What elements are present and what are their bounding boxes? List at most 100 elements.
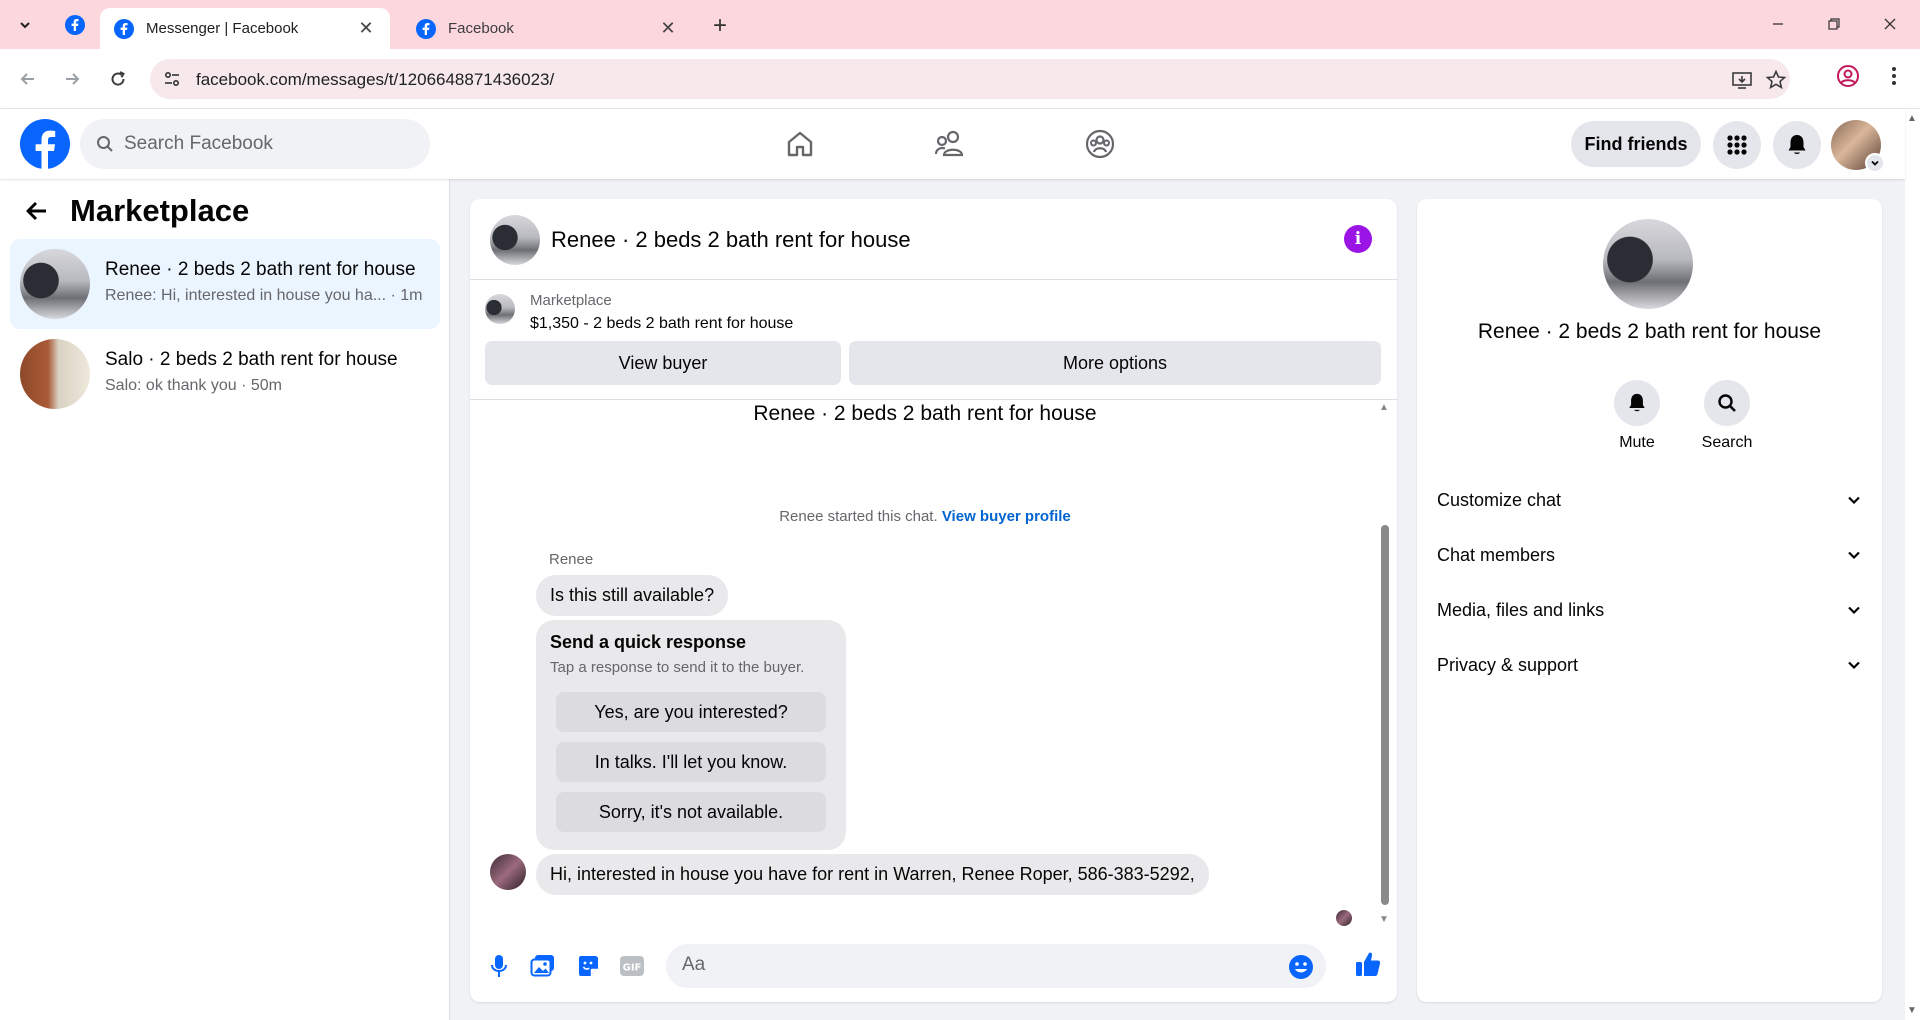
listing-thumbnail bbox=[20, 339, 90, 409]
customize-chat-row[interactable]: Customize chat bbox=[1437, 480, 1862, 520]
quick-response-option[interactable]: In talks. I'll let you know. bbox=[556, 742, 826, 782]
listing-thumbnail bbox=[485, 294, 515, 324]
privacy-support-row[interactable]: Privacy & support bbox=[1437, 645, 1862, 685]
listing-thumbnail bbox=[20, 249, 90, 319]
media-files-links-row[interactable]: Media, files and links bbox=[1437, 590, 1862, 630]
install-app-icon[interactable] bbox=[1730, 68, 1754, 92]
listing-banner: Marketplace $1,350 - 2 beds 2 bath rent … bbox=[470, 280, 1397, 400]
chat-details-panel: Renee · 2 beds 2 bath rent for house Mut… bbox=[1417, 199, 1882, 1002]
url-text[interactable]: facebook.com/messages/t/1206648871436023… bbox=[196, 70, 554, 90]
chat-members-row[interactable]: Chat members bbox=[1437, 535, 1862, 575]
friends-icon bbox=[934, 130, 964, 157]
scroll-up-icon[interactable]: ▲ bbox=[1378, 402, 1390, 414]
close-tab-icon[interactable]: ✕ bbox=[356, 18, 376, 39]
search-input[interactable] bbox=[124, 133, 404, 155]
conversation-item[interactable]: Renee · 2 beds 2 bath rent for house Ren… bbox=[10, 239, 440, 329]
scroll-down-icon[interactable]: ▼ bbox=[1378, 914, 1390, 926]
nav-friends[interactable] bbox=[895, 119, 1005, 169]
quick-response-option[interactable]: Yes, are you interested? bbox=[556, 692, 826, 732]
message-bubble[interactable]: Is this still available? bbox=[536, 575, 729, 616]
grid-menu-icon bbox=[1727, 135, 1747, 155]
search-in-chat-button[interactable]: Search bbox=[1692, 380, 1762, 452]
gif-icon[interactable]: GIF bbox=[618, 952, 646, 980]
listing-price-title[interactable]: $1,350 - 2 beds 2 bath rent for house bbox=[530, 315, 793, 333]
chat-details-title: Renee · 2 beds 2 bath rent for house bbox=[1477, 320, 1822, 343]
groups-icon bbox=[1085, 129, 1115, 159]
nav-groups[interactable] bbox=[1045, 119, 1155, 169]
close-tab-icon[interactable]: ✕ bbox=[658, 18, 678, 39]
bookmark-star-icon[interactable] bbox=[1764, 68, 1788, 92]
chevron-down-icon bbox=[20, 22, 30, 29]
scroll-up-icon[interactable]: ▲ bbox=[1907, 113, 1917, 124]
tab-search-button[interactable] bbox=[8, 11, 42, 39]
close-window-button[interactable] bbox=[1870, 8, 1910, 40]
reload-button[interactable] bbox=[102, 63, 134, 95]
chat-title[interactable]: Renee · 2 beds 2 bath rent for house bbox=[551, 227, 911, 253]
bell-icon bbox=[1788, 135, 1806, 154]
minimize-button[interactable] bbox=[1758, 8, 1798, 40]
emoji-icon[interactable] bbox=[1288, 954, 1314, 980]
forward-button[interactable] bbox=[56, 63, 88, 95]
thumbs-up-icon[interactable] bbox=[1354, 950, 1382, 978]
thread-title: Renee · 2 beds 2 bath rent for house bbox=[753, 402, 1097, 425]
facebook-logo-icon[interactable] bbox=[19, 118, 71, 170]
notifications-button[interactable] bbox=[1773, 121, 1821, 169]
browser-profile-icon[interactable] bbox=[1834, 62, 1862, 90]
message-input-box[interactable] bbox=[666, 944, 1326, 988]
search-label: Search bbox=[1701, 434, 1753, 451]
mute-button[interactable]: Mute bbox=[1602, 380, 1672, 452]
photo-attach-icon[interactable] bbox=[529, 952, 557, 980]
menu-button[interactable] bbox=[1713, 121, 1761, 169]
arrow-left-icon bbox=[20, 73, 34, 85]
close-icon bbox=[1884, 18, 1896, 30]
chat-avatar[interactable] bbox=[490, 215, 540, 265]
message-composer: GIF bbox=[470, 930, 1397, 1002]
chat-details-avatar[interactable] bbox=[1603, 219, 1693, 309]
microphone-icon[interactable] bbox=[485, 952, 513, 980]
tab-messenger[interactable]: Messenger | Facebook ✕ bbox=[100, 8, 390, 49]
sticker-icon[interactable] bbox=[574, 952, 602, 980]
tab-title: Facebook bbox=[448, 20, 514, 37]
search-icon bbox=[97, 136, 113, 152]
address-bar[interactable]: facebook.com/messages/t/1206648871436023… bbox=[150, 59, 1790, 99]
find-friends-button[interactable]: Find friends bbox=[1571, 121, 1701, 167]
tab-title: Messenger | Facebook bbox=[146, 20, 299, 37]
back-button[interactable] bbox=[12, 63, 44, 95]
sender-avatar[interactable] bbox=[490, 854, 526, 890]
site-info-icon[interactable] bbox=[160, 67, 184, 91]
conversation-item[interactable]: Salo · 2 beds 2 bath rent for house Salo… bbox=[10, 329, 440, 419]
chat-started-text: Renee started this chat. bbox=[779, 508, 938, 525]
browser-toolbar: facebook.com/messages/t/1206648871436023… bbox=[0, 49, 1920, 109]
facebook-header: Find friends bbox=[0, 109, 1905, 179]
minimize-icon bbox=[1773, 23, 1783, 25]
chat-scrollbar[interactable]: ▲ ▼ bbox=[1378, 402, 1390, 928]
browser-menu-icon[interactable] bbox=[1880, 62, 1908, 90]
nav-home[interactable] bbox=[745, 119, 855, 169]
account-chevron-icon[interactable] bbox=[1865, 153, 1885, 173]
home-icon bbox=[787, 131, 813, 157]
scrollbar-thumb[interactable] bbox=[1381, 525, 1389, 905]
arrow-left-icon[interactable] bbox=[24, 198, 50, 224]
marketplace-sidebar: Marketplace Renee · 2 beds 2 bath rent f… bbox=[0, 179, 450, 1020]
quick-response-card: Send a quick response Tap a response to … bbox=[536, 620, 846, 850]
arrow-right-icon bbox=[66, 73, 80, 85]
section-label: Media, files and links bbox=[1437, 599, 1605, 620]
facebook-search-box[interactable] bbox=[80, 119, 430, 169]
restore-button[interactable] bbox=[1814, 8, 1854, 40]
view-buyer-button[interactable]: View buyer bbox=[485, 341, 841, 385]
quick-response-option[interactable]: Sorry, it's not available. bbox=[556, 792, 826, 832]
message-input[interactable] bbox=[682, 954, 1242, 976]
new-tab-button[interactable]: + bbox=[704, 12, 736, 40]
message-bubble[interactable]: Hi, interested in house you have for ren… bbox=[536, 854, 1209, 895]
tab-facebook[interactable]: Facebook ✕ bbox=[402, 8, 692, 49]
page-scrollbar[interactable]: ▲ ▼ bbox=[1905, 109, 1920, 1020]
scroll-down-icon[interactable]: ▼ bbox=[1907, 1005, 1917, 1016]
more-options-button[interactable]: More options bbox=[849, 341, 1381, 385]
info-icon[interactable]: i bbox=[1344, 225, 1372, 253]
facebook-favicon-icon bbox=[65, 15, 85, 35]
message-thread[interactable]: Renee · 2 beds 2 bath rent for house Ren… bbox=[470, 400, 1397, 930]
sender-name: Renee bbox=[549, 551, 594, 568]
pinned-tab-facebook[interactable] bbox=[58, 10, 92, 40]
view-buyer-profile-link[interactable]: View buyer profile bbox=[942, 508, 1071, 525]
seen-receipt-avatar bbox=[1336, 910, 1352, 926]
